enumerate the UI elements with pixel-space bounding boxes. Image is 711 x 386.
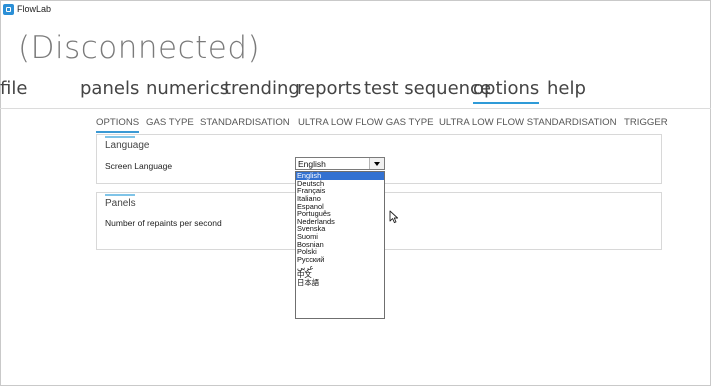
menu-item-reports[interactable]: reports: [297, 78, 361, 99]
screen-language-label: Screen Language: [105, 161, 173, 171]
section-accent: [105, 136, 135, 138]
menu-item-numerics[interactable]: numerics: [146, 78, 229, 99]
tab-trigger[interactable]: TRIGGER: [624, 117, 668, 128]
tab-ultra-low-flow-gas-type[interactable]: ULTRA LOW FLOW GAS TYPE: [298, 117, 434, 128]
screen-language-value: English: [298, 159, 326, 169]
language-option[interactable]: 日本語: [296, 279, 384, 287]
chevron-down-icon[interactable]: [369, 158, 384, 169]
tab-gas-type[interactable]: GAS TYPE: [146, 117, 194, 128]
tab-standardisation[interactable]: STANDARDISATION: [200, 117, 290, 128]
app-title: FlowLab: [17, 4, 52, 14]
panels-section-title: Panels: [105, 198, 136, 209]
menu-item-file[interactable]: file: [0, 78, 27, 99]
mouse-pointer-icon: [389, 210, 399, 224]
screen-language-select[interactable]: English: [295, 157, 385, 170]
menu-divider: [0, 108, 711, 109]
main-menu: file panels numerics trending reports te…: [0, 78, 711, 104]
title-bar: FlowLab: [0, 0, 711, 20]
menu-item-panels[interactable]: panels: [80, 78, 139, 99]
app-icon: [3, 4, 14, 15]
language-dropdown-list[interactable]: English Deutsch Français Italiano Espano…: [295, 171, 385, 319]
tab-options[interactable]: OPTIONS: [96, 117, 140, 133]
menu-item-test-sequence[interactable]: test sequence: [364, 78, 491, 99]
menu-item-trending[interactable]: trending: [224, 78, 300, 99]
tab-ultra-low-flow-standardisation[interactable]: ULTRA LOW FLOW STANDARDISATION: [439, 117, 617, 128]
menu-item-help[interactable]: help: [547, 78, 586, 99]
connection-status-title: (Disconnected): [18, 30, 261, 66]
section-accent: [105, 194, 135, 196]
language-section-title: Language: [105, 140, 150, 151]
repaints-per-second-label: Number of repaints per second: [105, 218, 222, 228]
menu-item-options[interactable]: options: [473, 78, 540, 104]
